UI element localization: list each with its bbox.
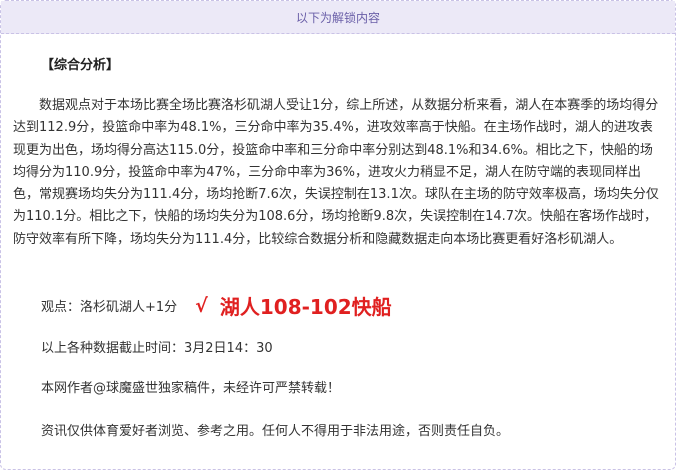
disclaimer: 资讯仅供体育爱好者浏览、参考之用。任何人不得用于非法用途，否则责任自负。 [41,424,510,439]
unlock-banner-text: 以下为解锁内容 [295,10,380,25]
check-mark-icon: √ [195,294,208,317]
author-note: 本网作者@球魔盛世独家稿件，未经许可严禁转载！ [41,381,341,396]
article-card: 以下为解锁内容 【综合分析】 数据观点对于本场比赛全场比赛洛杉矶湖人受让1分，综… [0,0,676,470]
data-time-note: 以上各种数据截止时间：3月2日14：30 [41,341,273,356]
opinion-label: 观点：洛杉矶湖人+1分 [41,300,178,315]
unlock-banner: 以下为解锁内容 [1,1,675,34]
opinion-line: 观点：洛杉矶湖人+1分 √ 湖人108-102快船 [41,291,392,320]
section-title: 【综合分析】 [41,58,120,73]
analysis-paragraph: 数据观点对于本场比赛全场比赛洛杉矶湖人受让1分，综上所述，从数据分析来看，湖人在… [13,98,659,247]
opinion-result: 湖人108-102快船 [219,295,392,319]
